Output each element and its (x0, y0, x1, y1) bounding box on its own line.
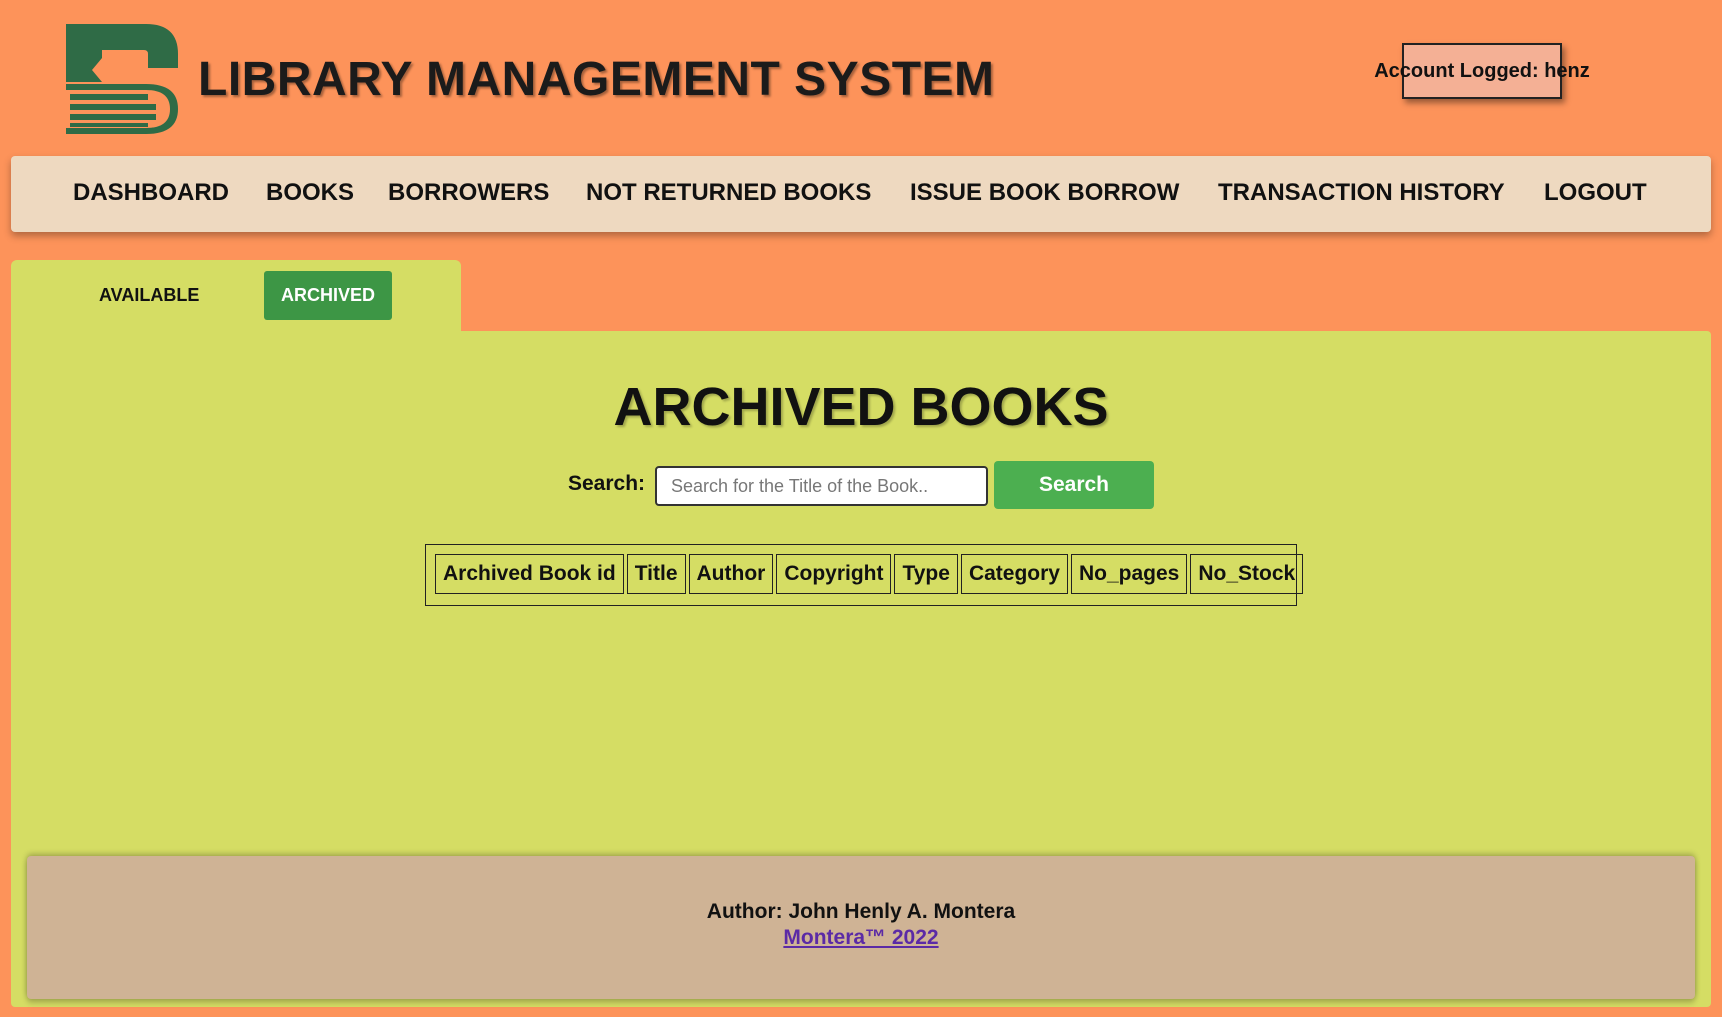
archived-books-table: Archived Book id Title Author Copyright … (425, 544, 1304, 606)
tab-available[interactable]: AVAILABLE (99, 285, 199, 306)
nav-dashboard[interactable]: DASHBOARD (73, 179, 229, 207)
nav-books[interactable]: BOOKS (266, 179, 354, 207)
column-header-no-pages: No_pages (1070, 554, 1188, 594)
footer-copyright-link[interactable]: Montera™ 2022 (783, 926, 938, 949)
book-stack-logo-icon (66, 24, 178, 134)
table-header-row: Archived Book id Title Author Copyright … (435, 554, 1304, 594)
column-header-title: Title (626, 554, 686, 594)
search-button[interactable]: Search (994, 461, 1154, 509)
account-badge[interactable]: Account Logged: henz (1374, 43, 1590, 99)
column-header-category: Category (960, 554, 1068, 594)
column-header-copyright: Copyright (776, 554, 892, 594)
nav-transaction-history[interactable]: TRANSACTION HISTORY (1218, 179, 1505, 207)
column-header-archived-book-id: Archived Book id (435, 554, 624, 594)
page-title: ARCHIVED BOOKS (613, 377, 1109, 437)
book-tabs: AVAILABLE ARCHIVED (11, 260, 461, 332)
footer-link-wrap: Montera™ 2022 (27, 926, 1695, 950)
column-header-no-stock: No_Stock (1190, 554, 1304, 594)
books-table: Archived Book id Title Author Copyright … (432, 554, 1306, 594)
column-header-author: Author (688, 554, 774, 594)
nav-not-returned-books[interactable]: NOT RETURNED BOOKS (586, 179, 871, 207)
search-input[interactable] (655, 466, 988, 506)
nav-issue-book-borrow[interactable]: ISSUE BOOK BORROW (910, 179, 1179, 207)
header: LIBRARY MANAGEMENT SYSTEM Account Logged… (0, 0, 1722, 155)
search-label: Search: (568, 472, 646, 495)
column-header-type: Type (894, 554, 958, 594)
footer: Author: John Henly A. Montera Montera™ 2… (27, 856, 1695, 999)
main-nav: DASHBOARD BOOKS BORROWERS NOT RETURNED B… (11, 156, 1711, 232)
nav-logout[interactable]: LOGOUT (1544, 179, 1647, 207)
site-title: LIBRARY MANAGEMENT SYSTEM (198, 53, 995, 106)
footer-author: Author: John Henly A. Montera (706, 900, 1016, 923)
nav-borrowers[interactable]: BORROWERS (388, 179, 549, 207)
tab-archived[interactable]: ARCHIVED (264, 271, 392, 320)
